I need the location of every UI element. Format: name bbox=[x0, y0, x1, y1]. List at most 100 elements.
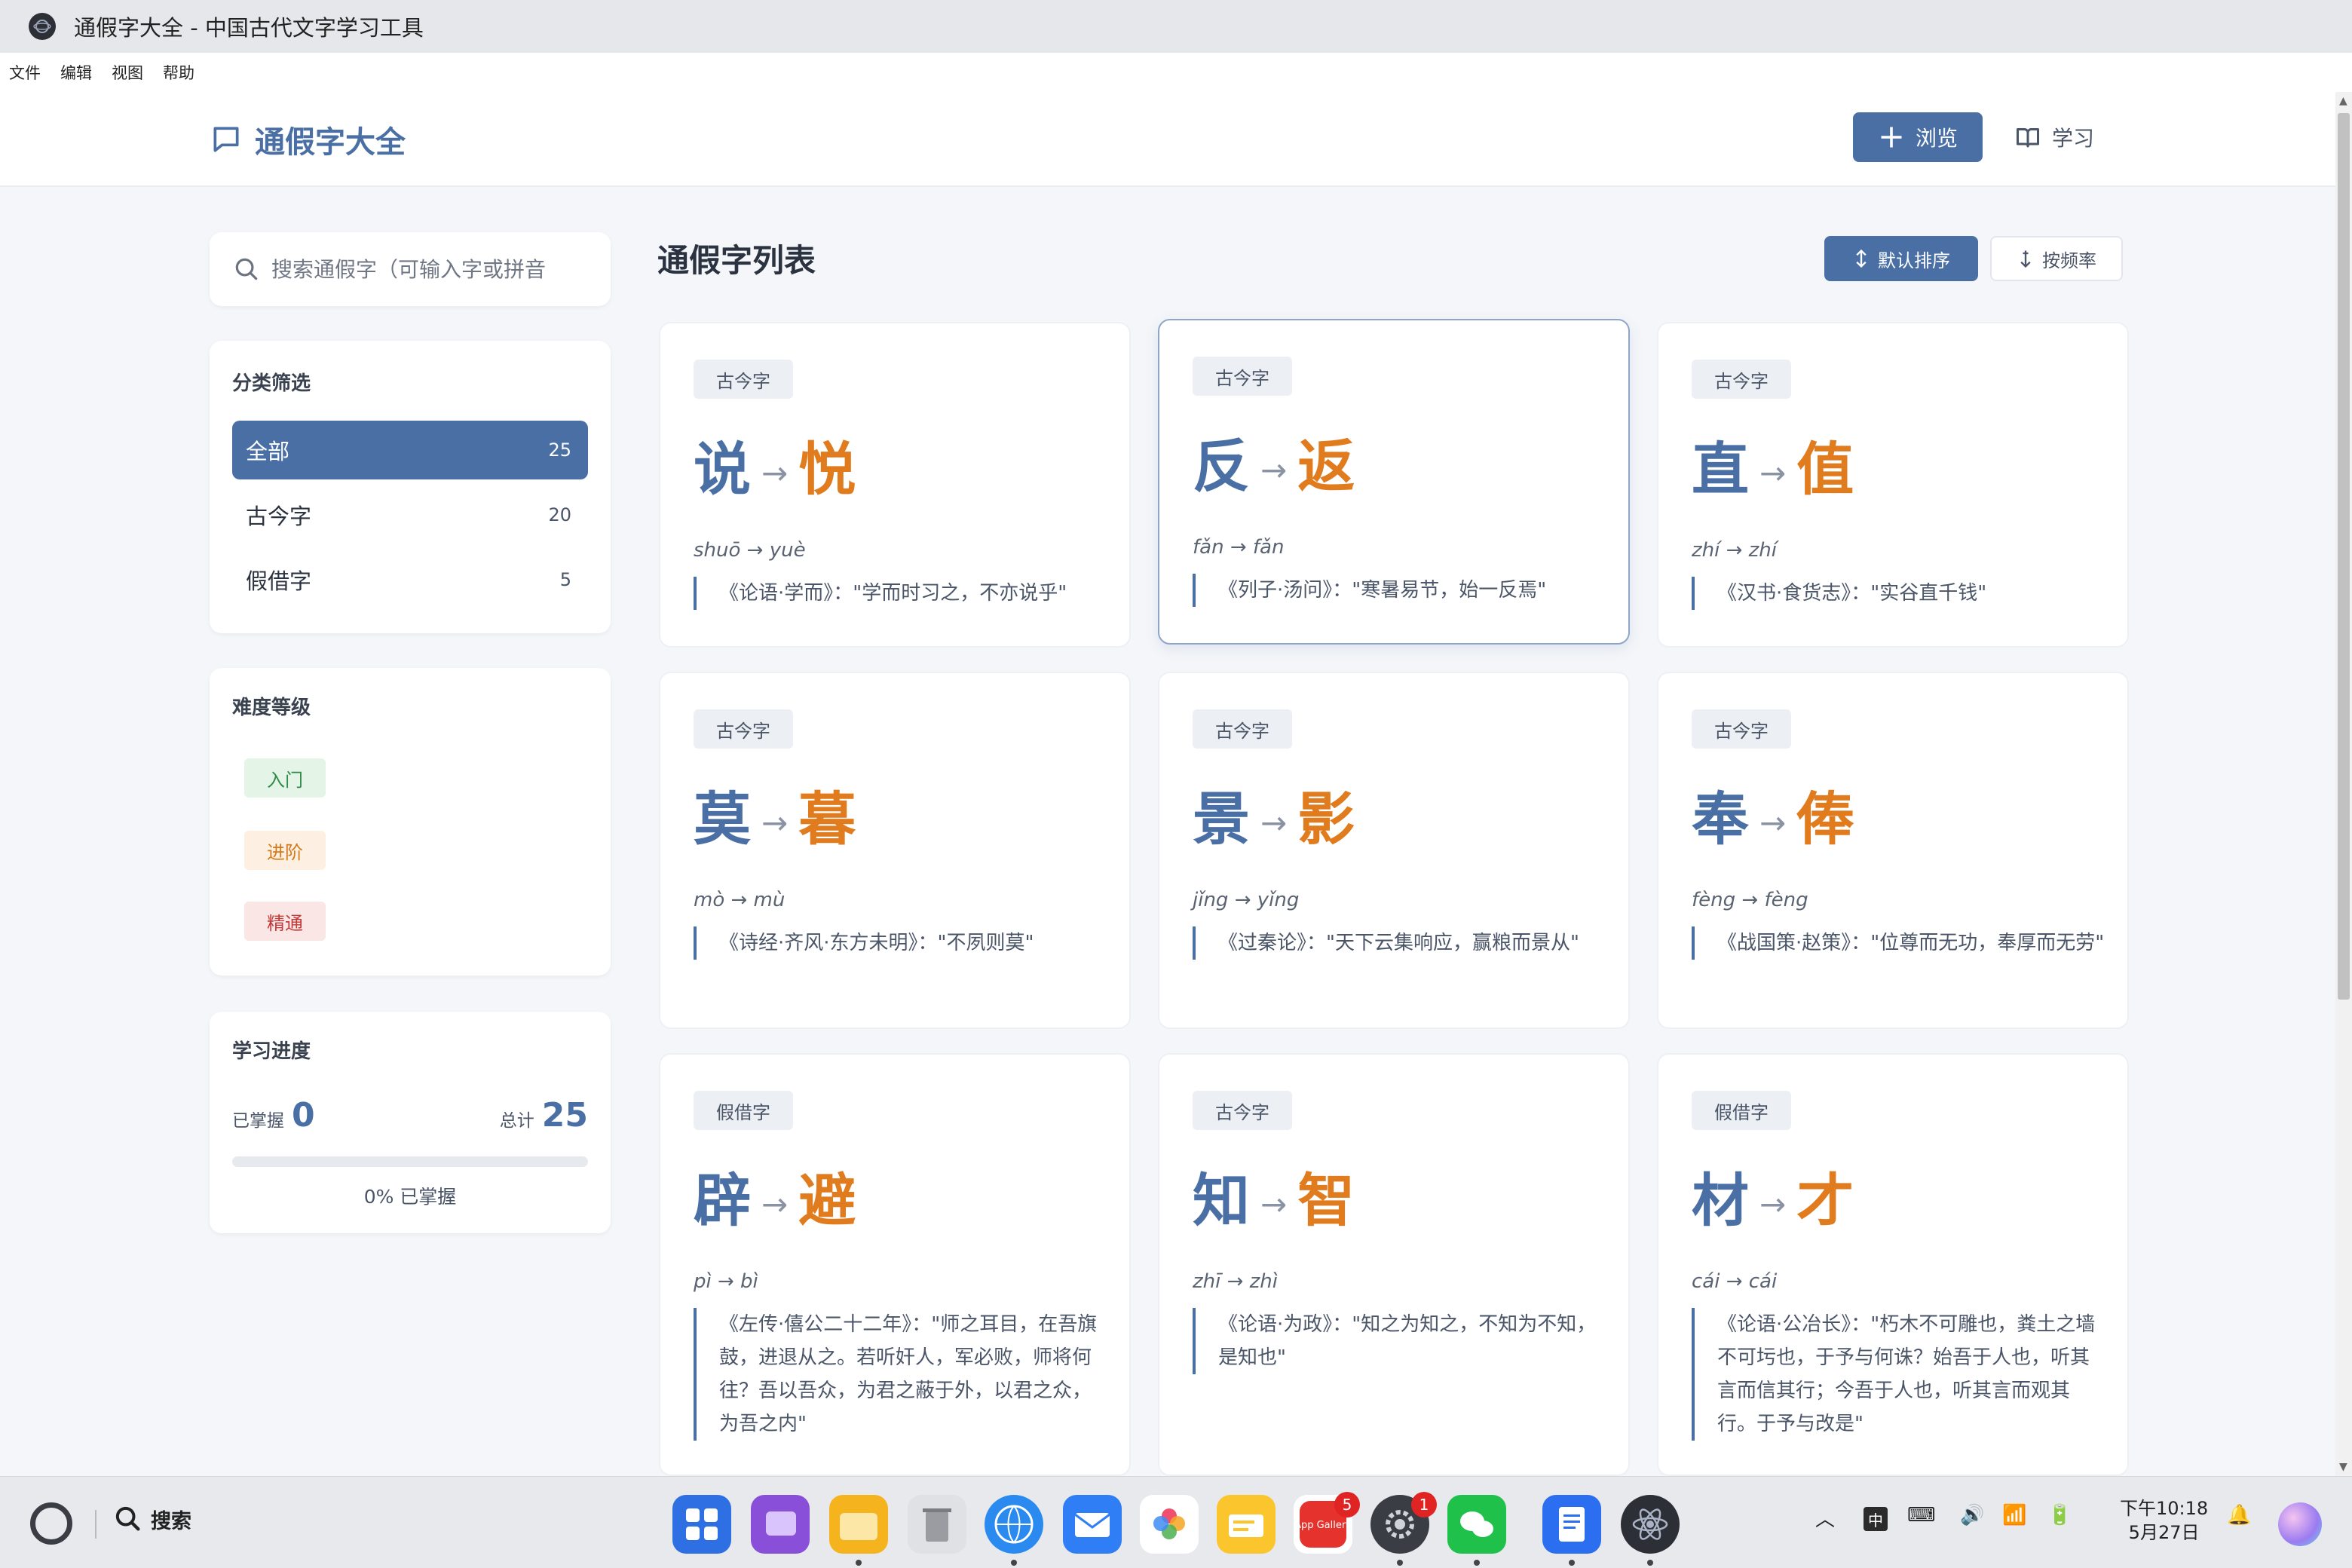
multitask-app-icon[interactable] bbox=[751, 1495, 810, 1554]
card-pinyin: fǎn → fǎn bbox=[1193, 536, 1285, 559]
category-item-gujin[interactable]: 古今字 20 bbox=[232, 485, 588, 544]
list-title: 通假字列表 bbox=[657, 242, 816, 279]
taskbar-search-button[interactable]: 搜索 bbox=[113, 1504, 191, 1534]
card-new-char: 返 bbox=[1297, 433, 1355, 500]
card-char-pair: 材 → 才 bbox=[1692, 1154, 1854, 1237]
current-app-running-indicator bbox=[1647, 1560, 1653, 1566]
app-logo-icon bbox=[29, 13, 56, 40]
mastered-label: 已掌握 bbox=[232, 1111, 284, 1131]
char-card[interactable]: 古今字 说 → 悦 shuō → yuè 《论语·学而》："学而时习之，不亦说乎" bbox=[659, 322, 1131, 648]
search-panel bbox=[210, 232, 611, 306]
card-old-char: 直 bbox=[1692, 436, 1749, 503]
card-old-char: 辟 bbox=[694, 1167, 751, 1234]
nav-study-button[interactable]: 学习 bbox=[2014, 112, 2105, 162]
menu-file[interactable]: 文件 bbox=[9, 61, 41, 84]
menu-view[interactable]: 视图 bbox=[112, 61, 143, 84]
taskbar-divider bbox=[95, 1510, 96, 1539]
docs-app-icon[interactable] bbox=[1542, 1495, 1601, 1554]
card-new-char: 智 bbox=[1297, 1167, 1355, 1234]
char-card[interactable]: 假借字 材 → 才 cái → cái 《论语·公冶长》："朽木不可雕也，粪土之墙不… bbox=[1657, 1053, 2129, 1476]
card-char-pair: 反 → 返 bbox=[1193, 420, 1355, 503]
card-pinyin: zhī → zhì bbox=[1193, 1270, 1279, 1293]
card-char-pair: 景 → 影 bbox=[1193, 773, 1355, 856]
card-type-tag: 古今字 bbox=[694, 709, 793, 749]
difficulty-intermediate-tag[interactable]: 进阶 bbox=[244, 831, 326, 870]
char-card[interactable]: 古今字 景 → 影 jǐng → yǐng 《过秦论》："天下云集响应，赢粮而景从" bbox=[1158, 672, 1630, 1029]
difficulty-beginner-tag[interactable]: 入门 bbox=[244, 758, 326, 798]
category-filter-panel: 分类筛选 全部 25 古今字 20 假借字 5 bbox=[210, 341, 611, 633]
volume-icon[interactable]: 🔊 bbox=[1960, 1504, 1984, 1527]
clock-date: 5月27日 bbox=[2128, 1522, 2200, 1543]
app-gallery-label: App Gallery bbox=[1294, 1520, 1352, 1531]
start-button[interactable] bbox=[30, 1502, 72, 1545]
card-old-char: 知 bbox=[1193, 1167, 1250, 1234]
battery-icon[interactable]: 🔋 bbox=[2047, 1504, 2072, 1527]
ime-indicator[interactable]: 中 bbox=[1864, 1507, 1888, 1531]
char-card[interactable]: 古今字 莫 → 暮 mò → mù 《诗经·齐风·东方未明》："不夙则莫" bbox=[659, 672, 1131, 1029]
photos-app-icon[interactable] bbox=[1140, 1495, 1199, 1554]
chat-bubble-icon bbox=[213, 127, 239, 152]
scrollbar-thumb[interactable] bbox=[2338, 113, 2350, 1000]
trash-app-icon[interactable] bbox=[908, 1495, 966, 1554]
scroll-down-arrow-icon[interactable]: ▼ bbox=[2339, 1461, 2347, 1473]
wechat-app-icon[interactable] bbox=[1447, 1495, 1506, 1554]
card-old-char: 景 bbox=[1193, 786, 1250, 853]
card-arrow: → bbox=[761, 454, 789, 492]
card-new-char: 避 bbox=[798, 1167, 856, 1234]
files-app-icon[interactable] bbox=[829, 1495, 888, 1554]
nav-browse-button[interactable]: 浏览 bbox=[1853, 112, 1983, 162]
category-filter-title: 分类筛选 bbox=[232, 372, 311, 395]
search-input[interactable] bbox=[271, 256, 588, 282]
notification-bell-icon[interactable]: 🔔 bbox=[2227, 1504, 2251, 1527]
card-pinyin: zhí → zhí bbox=[1692, 539, 1778, 562]
card-pinyin: pì → bì bbox=[694, 1270, 758, 1293]
card-new-char: 影 bbox=[1297, 786, 1355, 853]
app-window: { "window": {"title": "通假字大全 - 中国古代文字学习工… bbox=[0, 0, 2352, 1568]
category-label: 假借字 bbox=[246, 568, 312, 594]
char-card[interactable]: 古今字 反 → 返 fǎn → fǎn 《列子·汤问》："寒暑易节，始一反焉" bbox=[1158, 319, 1630, 645]
search-icon bbox=[235, 258, 258, 280]
wifi-icon[interactable]: 📶 bbox=[2002, 1504, 2026, 1527]
card-type-tag: 古今字 bbox=[694, 360, 793, 399]
progress-title: 学习进度 bbox=[232, 1040, 311, 1063]
char-card[interactable]: 古今字 直 → 值 zhí → zhí 《汉书·食货志》："实谷直千钱" bbox=[1657, 322, 2129, 648]
category-item-all[interactable]: 全部 25 bbox=[232, 421, 588, 479]
card-new-char: 值 bbox=[1796, 436, 1854, 503]
card-arrow: → bbox=[1260, 1185, 1288, 1223]
scroll-up-arrow-icon[interactable]: ▲ bbox=[2339, 95, 2347, 107]
current-app-icon[interactable] bbox=[1621, 1495, 1680, 1554]
settings-badge: 1 bbox=[1411, 1492, 1437, 1517]
keyboard-icon[interactable]: ⌨ bbox=[1907, 1504, 1936, 1527]
card-type-tag: 古今字 bbox=[1692, 709, 1791, 749]
menu-bar: 文件 编辑 视图 帮助 bbox=[0, 53, 2352, 92]
char-card[interactable]: 古今字 奉 → 俸 fèng → fèng 《战国策·赵策》："位尊而无功，奉厚而无… bbox=[1657, 672, 2129, 1029]
difficulty-advanced-tag[interactable]: 精通 bbox=[244, 902, 326, 941]
title-bar: 通假字大全 - 中国古代文字学习工具 bbox=[0, 0, 2352, 53]
browser-app-icon[interactable] bbox=[985, 1495, 1043, 1554]
docs-running-indicator bbox=[1569, 1560, 1575, 1566]
card-quote: 《诗经·齐风·东方未明》："不夙则莫" bbox=[694, 926, 1107, 960]
menu-help[interactable]: 帮助 bbox=[163, 61, 194, 84]
char-card[interactable]: 古今字 知 → 智 zhī → zhì 《论语·为政》："知之为知之，不知为不知，是… bbox=[1158, 1053, 1630, 1476]
assistant-orb-icon[interactable] bbox=[2278, 1502, 2322, 1546]
card-type-tag: 假借字 bbox=[694, 1091, 793, 1130]
card-pinyin: fèng → fèng bbox=[1692, 889, 1808, 911]
card-new-char: 暮 bbox=[798, 786, 856, 853]
card-quote: 《论语·学而》："学而时习之，不亦说乎" bbox=[694, 577, 1107, 610]
card-pinyin: mò → mù bbox=[694, 889, 786, 911]
brand[interactable]: 通假字大全 bbox=[210, 118, 406, 161]
notes-app-icon[interactable] bbox=[1217, 1495, 1276, 1554]
card-new-char: 俸 bbox=[1796, 786, 1854, 853]
card-char-pair: 说 → 悦 bbox=[694, 423, 856, 506]
card-old-char: 反 bbox=[1193, 433, 1250, 500]
tray-expand-icon[interactable]: ︿ bbox=[1815, 1504, 1835, 1532]
window-title: 通假字大全 - 中国古代文字学习工具 bbox=[74, 15, 424, 41]
category-item-jiajie[interactable]: 假借字 5 bbox=[232, 550, 588, 609]
taskbar-clock[interactable]: 下午10:18 5月27日 bbox=[2120, 1496, 2208, 1545]
sort-frequency-button[interactable]: 按频率 bbox=[1990, 236, 2123, 281]
launcher-app-icon[interactable] bbox=[672, 1495, 731, 1554]
menu-edit[interactable]: 编辑 bbox=[60, 61, 92, 84]
mail-app-icon[interactable] bbox=[1063, 1495, 1122, 1554]
char-card[interactable]: 假借字 辟 → 避 pì → bì 《左传·僖公二十二年》："师之耳目，在吾旗鼓，进… bbox=[659, 1053, 1131, 1476]
sort-default-button[interactable]: 默认排序 bbox=[1824, 236, 1978, 281]
